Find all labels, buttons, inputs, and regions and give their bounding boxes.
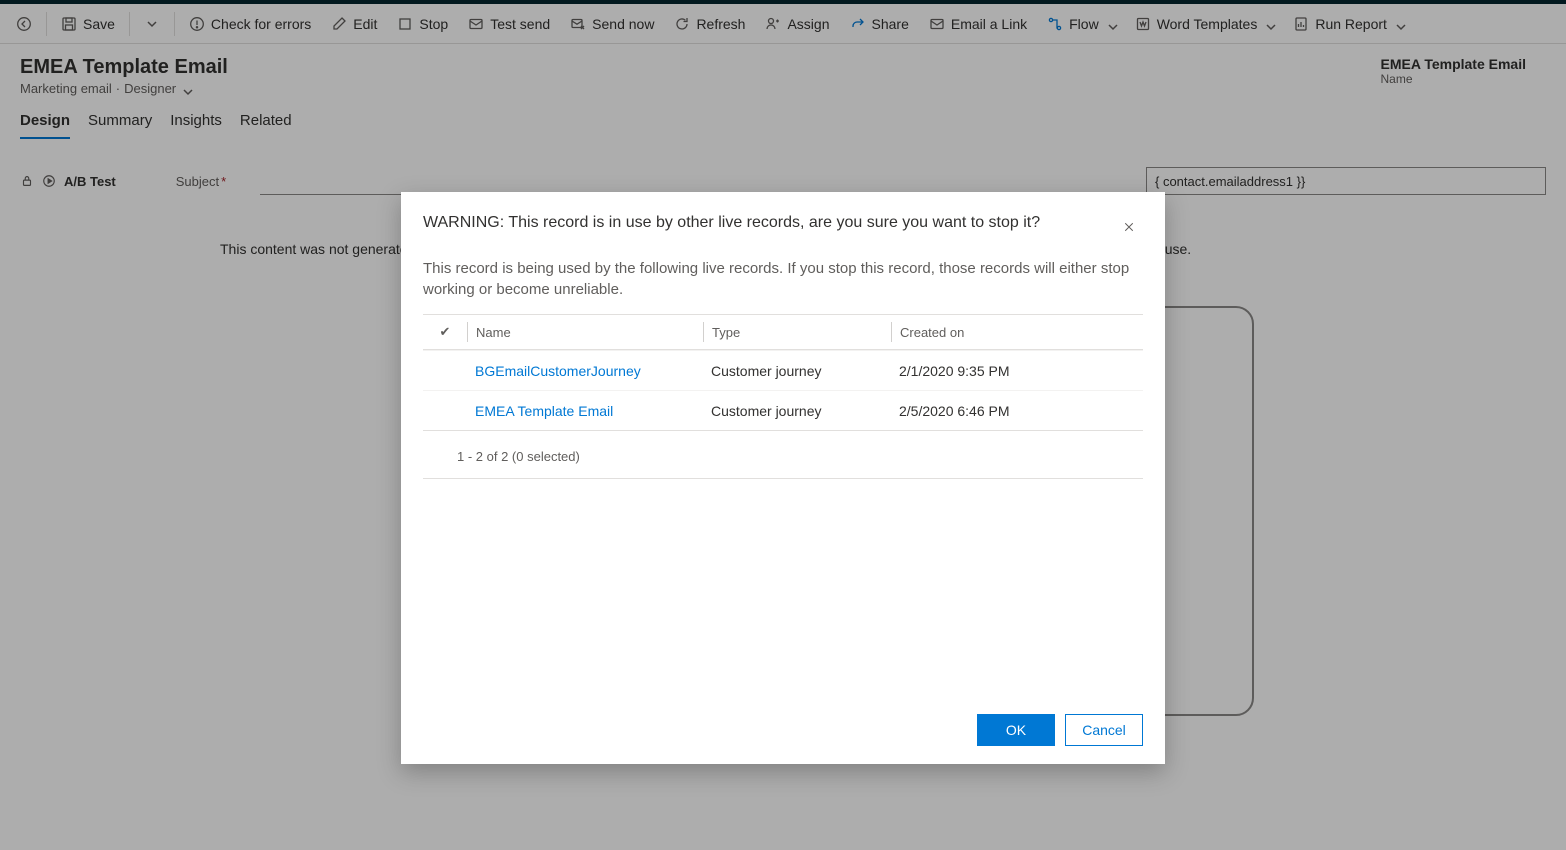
ok-button[interactable]: OK bbox=[977, 714, 1055, 746]
modal-title: WARNING: This record is in use by other … bbox=[423, 214, 1115, 232]
checkmark-icon: ✔ bbox=[440, 324, 451, 339]
row-created: 2/1/2020 9:35 PM bbox=[891, 363, 1091, 379]
col-header-check[interactable]: ✔ bbox=[423, 324, 467, 340]
modal-header: WARNING: This record is in use by other … bbox=[423, 214, 1143, 242]
cancel-button[interactable]: Cancel bbox=[1065, 714, 1143, 746]
close-icon bbox=[1123, 220, 1135, 236]
grid-footer: 1 - 2 of 2 (0 selected) bbox=[423, 441, 1143, 479]
modal-description: This record is being used by the followi… bbox=[423, 258, 1143, 300]
grid-row[interactable]: BGEmailCustomerJourney Customer journey … bbox=[423, 350, 1143, 390]
col-header-name[interactable]: Name bbox=[467, 322, 703, 342]
grid-row[interactable]: EMEA Template Email Customer journey 2/5… bbox=[423, 390, 1143, 430]
modal-actions: OK Cancel bbox=[423, 714, 1143, 746]
grid-header: ✔ Name Type Created on bbox=[423, 314, 1143, 350]
row-name-link[interactable]: EMEA Template Email bbox=[467, 403, 703, 419]
row-created: 2/5/2020 6:46 PM bbox=[891, 403, 1091, 419]
records-grid: ✔ Name Type Created on BGEmailCustomerJo… bbox=[423, 314, 1143, 431]
col-header-created[interactable]: Created on bbox=[891, 322, 1091, 342]
modal-close-button[interactable] bbox=[1115, 214, 1143, 242]
row-name-link[interactable]: BGEmailCustomerJourney bbox=[467, 363, 703, 379]
row-type: Customer journey bbox=[703, 363, 891, 379]
warning-modal: WARNING: This record is in use by other … bbox=[401, 192, 1165, 764]
col-header-type[interactable]: Type bbox=[703, 322, 891, 342]
row-type: Customer journey bbox=[703, 403, 891, 419]
